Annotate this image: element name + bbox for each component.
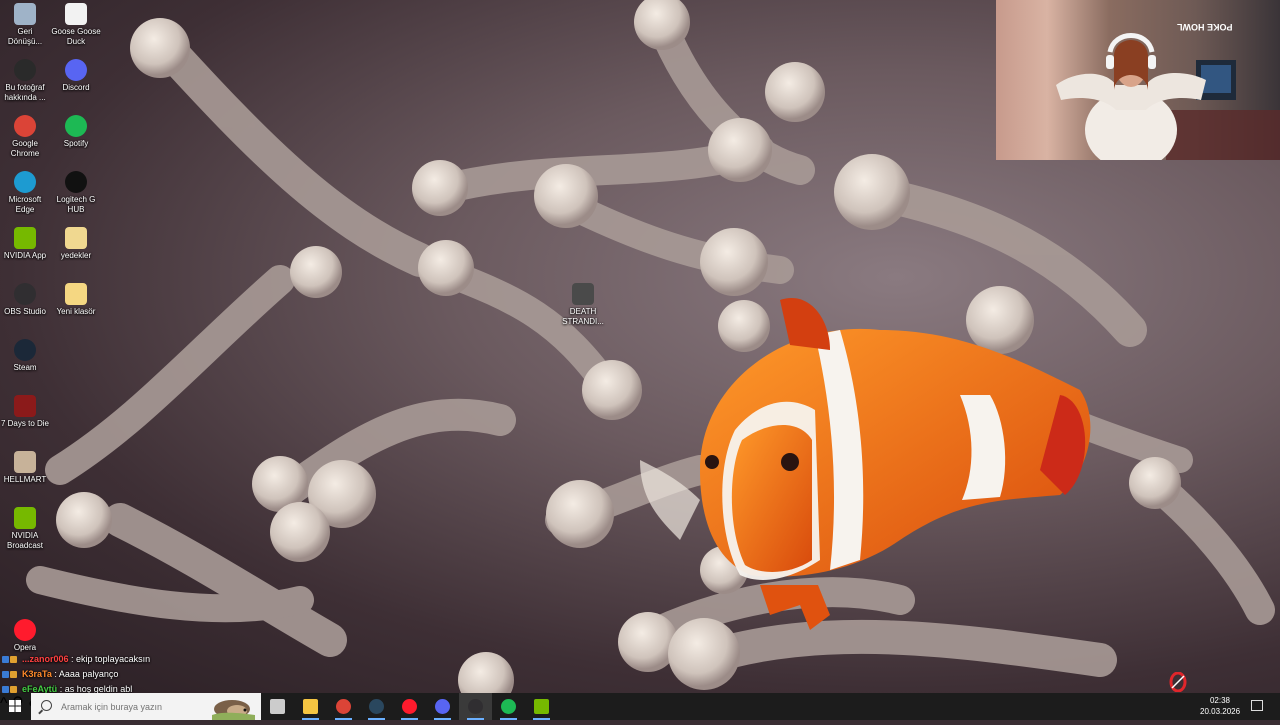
desktop-icon-label: yedekler bbox=[60, 251, 92, 260]
opera-icon bbox=[14, 619, 36, 641]
clock-time: 02:38 bbox=[1209, 696, 1231, 705]
desktop-icon-opera[interactable]: Opera bbox=[0, 619, 50, 653]
spotify-icon bbox=[501, 699, 516, 714]
start-button[interactable] bbox=[0, 693, 30, 720]
nvidia-icon bbox=[534, 699, 549, 714]
desktop-icon-hellmart[interactable]: HELLMART bbox=[0, 451, 50, 485]
hellmart-icon bbox=[14, 451, 36, 473]
death-stranding-icon bbox=[572, 283, 594, 305]
desktop-icon-recycle[interactable]: Geri Dönüşü... bbox=[0, 3, 50, 47]
desktop-icon-label: Geri Dönüşü... bbox=[7, 27, 43, 46]
desktop-icon-nvidia[interactable]: NVIDIA App bbox=[0, 227, 50, 261]
desktop-icon-yeniklasor[interactable]: Yeni klasör bbox=[51, 283, 101, 317]
desktop-icon-label: Yeni klasör bbox=[56, 307, 96, 316]
desktop-icon-label: Steam bbox=[13, 363, 37, 372]
chat-text: : Aaaa palyanço bbox=[54, 669, 119, 679]
desktop-icon-label: OBS Studio bbox=[4, 307, 46, 316]
folder-icon bbox=[303, 699, 318, 714]
chrome-icon bbox=[14, 115, 36, 137]
desktop-icon-label: Microsoft Edge bbox=[8, 195, 42, 214]
chat-badge-icon bbox=[10, 656, 17, 664]
folder-icon bbox=[65, 283, 87, 305]
chat-message: ...zanor006 : ekip toplayacaksın bbox=[2, 652, 242, 667]
obs-icon bbox=[14, 283, 36, 305]
stream-logo: POKE HOWL bbox=[1176, 22, 1233, 32]
desktop-icon-label: Google Chrome bbox=[10, 139, 40, 158]
desktop-icon-label: HELLMART bbox=[3, 475, 47, 484]
search-highlight-hedgehog-icon bbox=[212, 700, 255, 720]
desktop-icon-broadcast[interactable]: NVIDIA Broadcast bbox=[0, 507, 50, 551]
desktop-icon-photo[interactable]: Bu fotoğraf hakkında ... bbox=[0, 59, 50, 103]
recycle-bin-icon bbox=[14, 3, 36, 25]
goose-duck-icon bbox=[65, 3, 87, 25]
desktop-icon-yedekler[interactable]: yedekler bbox=[51, 227, 101, 261]
desktop-icon-steam[interactable]: Steam bbox=[0, 339, 50, 373]
desktop-icon-goose[interactable]: Goose Goose Duck bbox=[51, 3, 101, 47]
desktop-icon-edge[interactable]: Microsoft Edge bbox=[0, 171, 50, 215]
7-days-to-die-icon bbox=[14, 395, 36, 417]
spotify-icon bbox=[65, 115, 87, 137]
taskbar-clock[interactable]: 02:38 20.03.2026 bbox=[1200, 695, 1240, 717]
desktop-icon-label: DEATH STRANDI... bbox=[562, 307, 604, 326]
file-icon bbox=[65, 227, 87, 249]
taskbar-app-task-view[interactable] bbox=[261, 693, 294, 720]
desktop-icon-label: Discord bbox=[62, 83, 90, 92]
desktop-icon-death[interactable]: DEATH STRANDI... bbox=[558, 283, 608, 327]
discord-icon bbox=[65, 59, 87, 81]
windows-logo-icon bbox=[9, 700, 21, 712]
desktop-icon-label: 7 Days to Die bbox=[0, 419, 50, 428]
desktop-icon-obs[interactable]: OBS Studio bbox=[0, 283, 50, 317]
chat-username: ...zanor006 bbox=[22, 654, 69, 664]
task-view-icon bbox=[270, 699, 285, 714]
chat-username: K3raTa bbox=[22, 669, 52, 679]
clock-date: 20.03.2026 bbox=[1200, 707, 1241, 716]
discord-icon bbox=[435, 699, 450, 714]
camera-icon bbox=[14, 59, 36, 81]
steam-icon bbox=[369, 699, 384, 714]
desktop-icon-7days[interactable]: 7 Days to Die bbox=[0, 395, 50, 429]
search-input[interactable] bbox=[59, 697, 213, 717]
taskbar-app-chrome[interactable] bbox=[327, 693, 360, 720]
taskbar-search-box[interactable] bbox=[31, 693, 261, 720]
desktop-icon-logitech[interactable]: Logitech G HUB bbox=[51, 171, 101, 215]
chat-badges bbox=[2, 667, 22, 682]
desktop-icon-label: Goose Goose Duck bbox=[51, 27, 101, 46]
desktop-icon-label: NVIDIA App bbox=[3, 251, 47, 260]
chat-badges bbox=[2, 652, 22, 667]
search-icon bbox=[41, 700, 52, 711]
chat-badge-icon bbox=[2, 656, 9, 664]
taskbar-app-steam[interactable] bbox=[360, 693, 393, 720]
chat-message: K3raTa : Aaaa palyanço bbox=[2, 667, 242, 682]
logitech-g-icon bbox=[65, 171, 87, 193]
chat-badge-icon bbox=[2, 671, 9, 679]
steam-icon bbox=[14, 339, 36, 361]
opera-gx-tray-icon[interactable] bbox=[1168, 671, 1188, 693]
obs-icon bbox=[468, 699, 483, 714]
nvidia-broadcast-icon bbox=[14, 507, 36, 529]
taskbar-app-file-explorer[interactable] bbox=[294, 693, 327, 720]
desktop-icon-label: NVIDIA Broadcast bbox=[6, 531, 44, 550]
edge-icon bbox=[14, 171, 36, 193]
chat-text: : ekip toplayacaksın bbox=[71, 654, 151, 664]
desktop-icon-label: Bu fotoğraf hakkında ... bbox=[4, 83, 46, 102]
taskbar-app-obs[interactable] bbox=[459, 693, 492, 720]
taskbar-app-nvidia[interactable] bbox=[525, 693, 558, 720]
chrome-icon bbox=[336, 699, 351, 714]
taskbar-app-discord[interactable] bbox=[426, 693, 459, 720]
chat-badge-icon bbox=[10, 671, 17, 679]
nvidia-icon bbox=[14, 227, 36, 249]
streamer-figure bbox=[1056, 33, 1280, 160]
notification-center-icon[interactable] bbox=[1251, 700, 1263, 711]
desktop-icon-label: Spotify bbox=[63, 139, 89, 148]
taskbar: ^ ⚲ ● ▭ ◠ ♪ 02:38 20.03.2026 bbox=[0, 693, 1280, 720]
webcam-overlay: POKE HOWL bbox=[996, 0, 1280, 160]
desktop-icon-chrome[interactable]: Google Chrome bbox=[0, 115, 50, 159]
taskbar-app-spotify[interactable] bbox=[492, 693, 525, 720]
opera-icon bbox=[402, 699, 417, 714]
desktop-icon-label: Logitech G HUB bbox=[56, 195, 96, 214]
desktop-icon-discord[interactable]: Discord bbox=[51, 59, 101, 93]
taskbar-app-opera[interactable] bbox=[393, 693, 426, 720]
desktop-icon-spotify[interactable]: Spotify bbox=[51, 115, 101, 149]
